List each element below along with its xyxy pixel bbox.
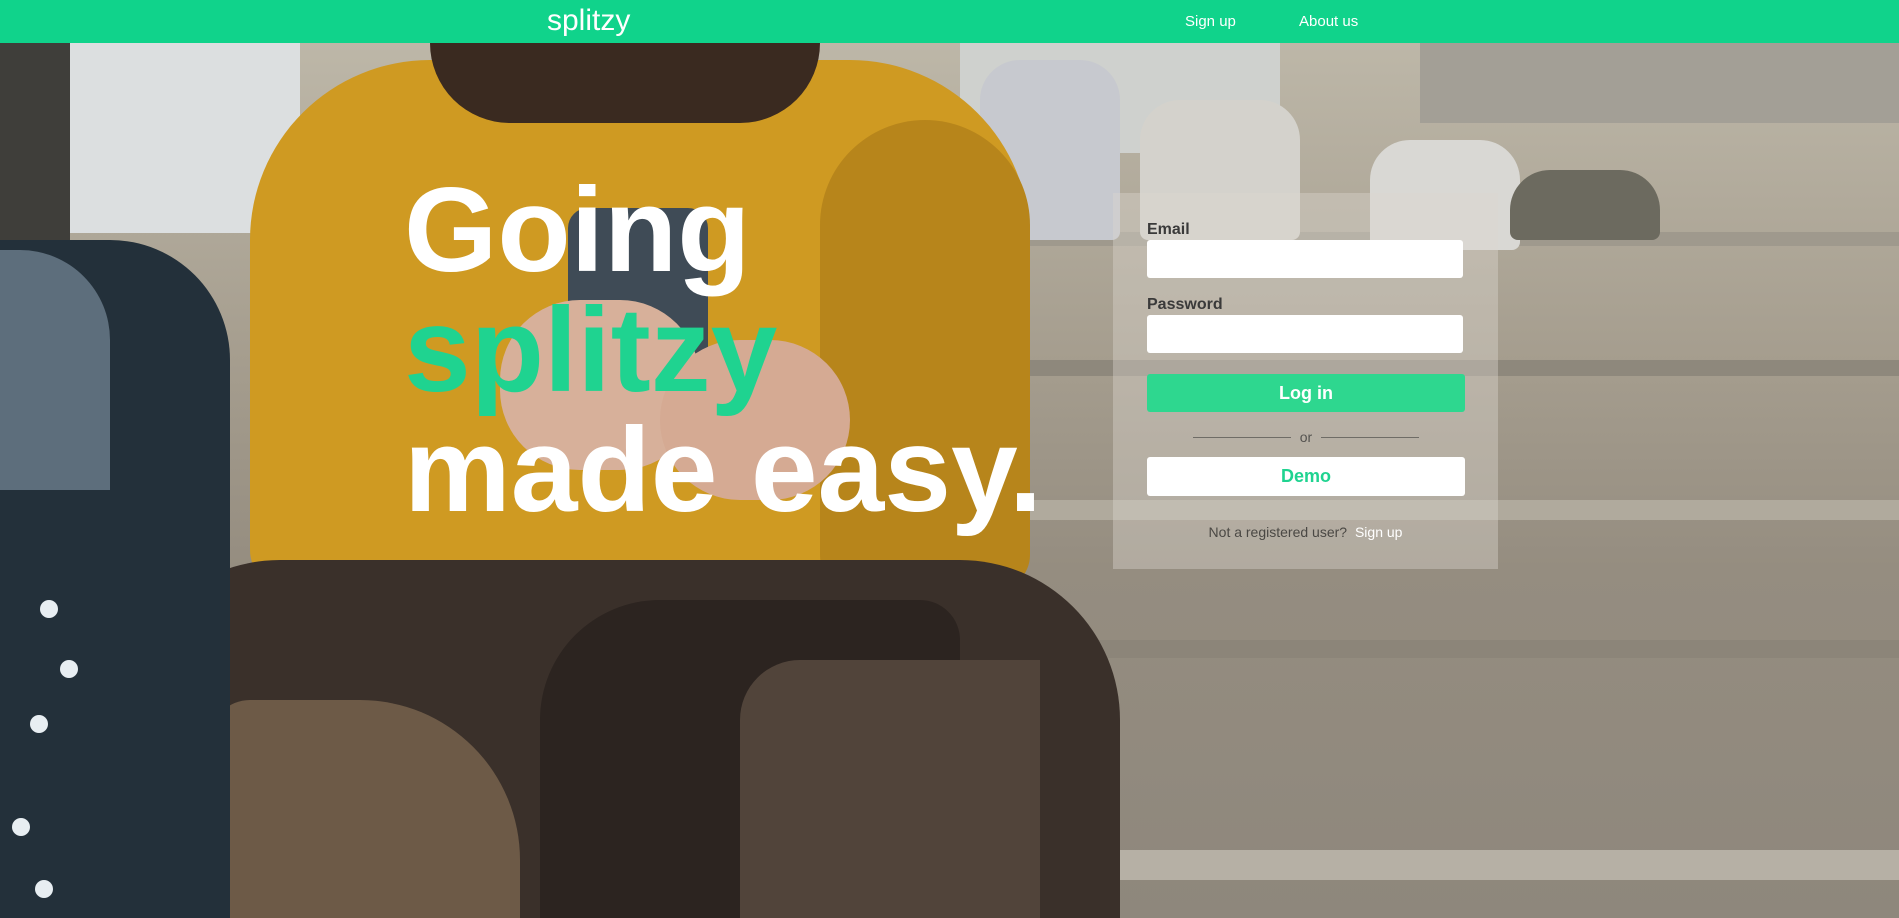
email-label: Email [1147,221,1190,238]
nav-signup-link[interactable]: Sign up [1185,13,1236,30]
top-navbar: splitzy Sign up About us [0,0,1899,43]
nav-about-link[interactable]: About us [1299,13,1358,30]
register-prompt: Not a registered user? [1208,524,1348,540]
or-divider: or [1193,429,1419,445]
login-button[interactable]: Log in [1147,374,1465,412]
photo-background-person [1510,170,1660,240]
brand-logo-link[interactable]: splitzy [547,4,630,38]
register-signup-link[interactable]: Sign up [1355,524,1402,540]
landing-page: splitzy Sign up About us Going splitzy m… [0,0,1899,918]
password-field[interactable] [1147,315,1463,353]
photo-step [1000,640,1899,658]
headline-line-2: splitzy [404,283,778,417]
headline-line-3: made easy. [404,403,1043,537]
photo-polka-dot [40,600,58,618]
photo-polka-dot [30,715,48,733]
email-field[interactable] [1147,240,1463,278]
divider-line [1321,437,1419,438]
photo-skirt-fold [740,660,1040,918]
photo-step [1080,850,1899,880]
register-row: Not a registered user? Sign up [1113,524,1498,540]
photo-hair [430,43,820,123]
demo-button[interactable]: Demo [1147,457,1465,496]
hero-headline: Going splitzy made easy. [404,170,1042,530]
login-panel: Email Password Log in or Demo Not a regi… [1113,193,1498,569]
photo-polka-dot [60,660,78,678]
photo-polka-dot [12,818,30,836]
password-label: Password [1147,296,1223,313]
photo-polka-dot [35,880,53,898]
photo-sky-patch [1420,43,1899,123]
headline-line-1: Going [404,163,751,297]
